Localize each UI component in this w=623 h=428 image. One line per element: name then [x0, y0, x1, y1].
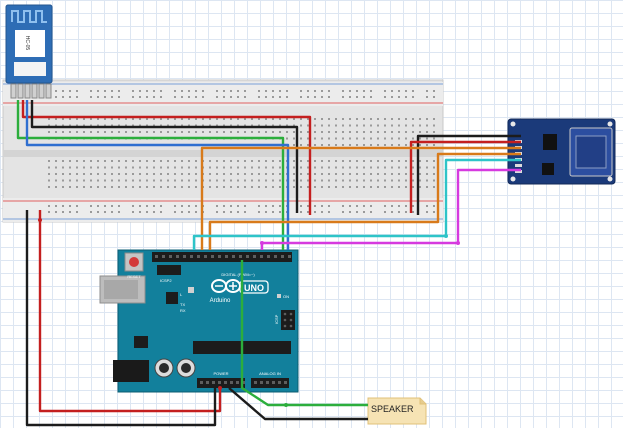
tx-led-label: TX [180, 302, 185, 307]
digital-header [152, 252, 292, 262]
icsp2-label: ICSP2 [160, 278, 172, 283]
circuit-diagram: HC-05 RESET DIGITAL (PWM=~) ICSP2 L TX R… [2, 4, 616, 427]
bt-chip-text: HC-05 [24, 36, 30, 51]
reset-label: RESET [127, 274, 141, 279]
speaker-label: SPEAKER [371, 404, 414, 414]
icsp-label: ICSP [274, 314, 279, 324]
on-led-label: ON [283, 294, 289, 299]
board-model-label: UNO [244, 283, 264, 293]
board-brand-label: Arduino [210, 298, 231, 304]
power-label: POWER [213, 371, 228, 376]
antenna-trace [11, 10, 47, 23]
rx-led-label: RX [180, 308, 186, 313]
breadboard [2, 79, 444, 223]
sd-card-module [507, 118, 616, 185]
digital-label: DIGITAL (PWM=~) [221, 272, 255, 277]
analog-label: ANALOG IN [259, 371, 281, 376]
arduino-uno-board: RESET DIGITAL (PWM=~) ICSP2 L TX RX UNO … [99, 249, 299, 393]
speaker: SPEAKER [367, 397, 427, 425]
